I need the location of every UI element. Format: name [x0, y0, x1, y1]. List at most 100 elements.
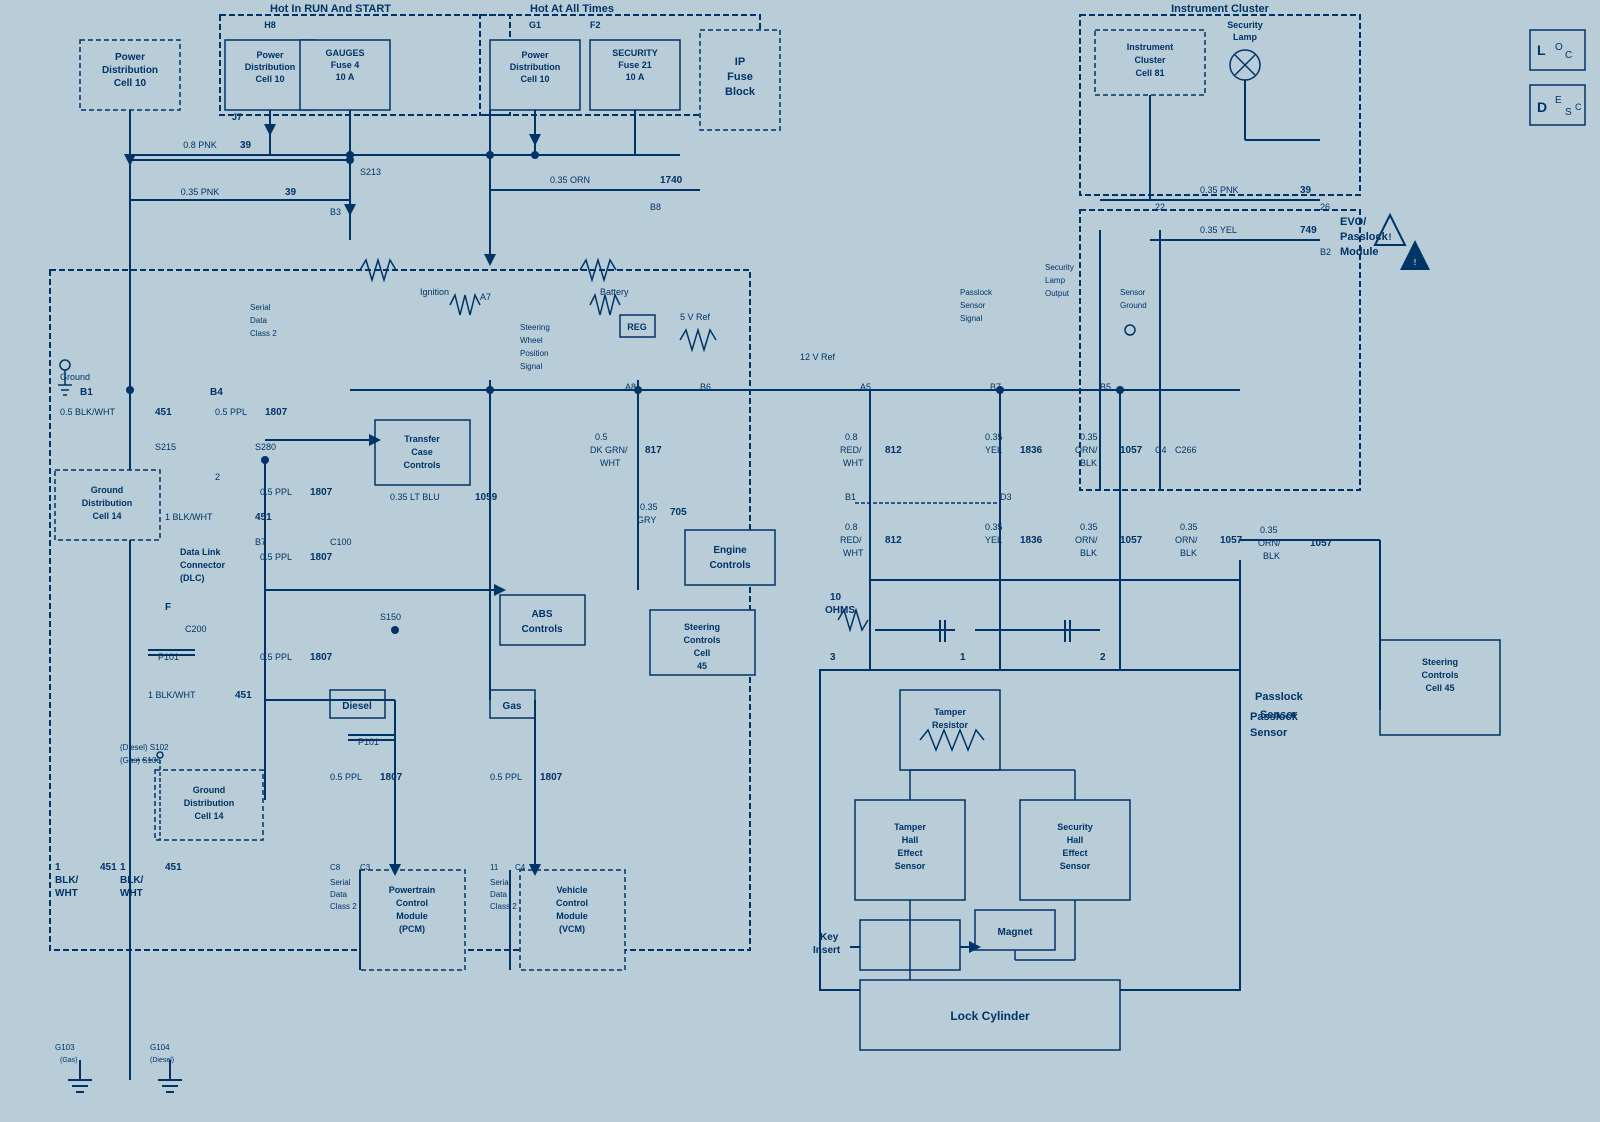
- svg-text:2: 2: [215, 472, 220, 482]
- svg-text:L: L: [1537, 42, 1546, 58]
- svg-text:Resistor: Resistor: [932, 720, 969, 730]
- svg-text:Transfer: Transfer: [404, 434, 440, 444]
- svg-text:45: 45: [697, 661, 707, 671]
- svg-text:Output: Output: [1045, 289, 1070, 298]
- svg-text:1807: 1807: [310, 652, 333, 663]
- svg-text:Case: Case: [411, 447, 433, 457]
- svg-text:(Diesel) S102: (Diesel) S102: [120, 743, 169, 752]
- svg-text:ORN/: ORN/: [1175, 535, 1198, 545]
- svg-text:451: 451: [155, 407, 172, 418]
- svg-text:GAUGES: GAUGES: [325, 48, 364, 58]
- svg-text:Power: Power: [256, 50, 284, 60]
- svg-text:C: C: [1575, 102, 1582, 112]
- svg-text:WHT: WHT: [843, 458, 864, 468]
- svg-text:Signal: Signal: [960, 314, 982, 323]
- svg-text:Block: Block: [725, 86, 756, 98]
- svg-text:Module: Module: [556, 911, 588, 921]
- svg-text:0.35 YEL: 0.35 YEL: [1200, 225, 1237, 235]
- svg-text:Position: Position: [520, 349, 548, 358]
- svg-text:1807: 1807: [380, 772, 403, 783]
- svg-text:B1: B1: [845, 492, 856, 502]
- svg-text:Hot At All Times: Hot At All Times: [530, 3, 614, 15]
- svg-text:Controls: Controls: [1422, 670, 1459, 680]
- svg-text:(Gas): (Gas): [60, 1057, 78, 1064]
- svg-text:Wheel: Wheel: [520, 336, 543, 345]
- svg-text:WHT: WHT: [843, 548, 864, 558]
- svg-text:Distribution: Distribution: [245, 62, 296, 72]
- svg-text:Tamper: Tamper: [894, 822, 926, 832]
- svg-text:(DLC): (DLC): [180, 573, 205, 583]
- svg-text:BLK/: BLK/: [55, 875, 79, 886]
- svg-text:Controls: Controls: [404, 460, 441, 470]
- svg-text:5 V Ref: 5 V Ref: [680, 312, 711, 322]
- svg-text:A7: A7: [480, 292, 491, 302]
- svg-text:S: S: [1565, 107, 1572, 118]
- svg-text:EVO/: EVO/: [1340, 216, 1366, 228]
- svg-text:10 A: 10 A: [336, 72, 355, 82]
- svg-text:Steering: Steering: [520, 323, 550, 332]
- svg-text:3: 3: [830, 652, 836, 663]
- svg-text:Engine: Engine: [713, 545, 747, 556]
- svg-text:Insert: Insert: [813, 945, 841, 956]
- svg-text:0.8 PNK: 0.8 PNK: [183, 140, 217, 150]
- svg-text:Sensor: Sensor: [895, 861, 926, 871]
- svg-text:G104: G104: [150, 1043, 170, 1052]
- svg-text:0.5 PPL: 0.5 PPL: [330, 772, 362, 782]
- svg-text:H8: H8: [264, 20, 276, 30]
- svg-text:Instrument Cluster: Instrument Cluster: [1171, 3, 1270, 15]
- svg-text:Gas: Gas: [503, 701, 522, 712]
- svg-text:BLK/: BLK/: [120, 875, 144, 886]
- diagram-container: Hot In RUN And START Hot At All Times Po…: [0, 0, 1600, 1122]
- svg-text:26: 26: [1320, 202, 1330, 212]
- svg-text:Sensor: Sensor: [1120, 288, 1146, 297]
- svg-text:451: 451: [255, 512, 272, 523]
- svg-text:0.5: 0.5: [595, 432, 608, 442]
- svg-text:Steering: Steering: [1422, 657, 1458, 667]
- svg-text:Ground: Ground: [193, 785, 226, 795]
- svg-text:Hall: Hall: [1067, 835, 1084, 845]
- svg-text:RED/: RED/: [840, 535, 862, 545]
- svg-text:C: C: [1565, 50, 1572, 61]
- svg-text:Sensor: Sensor: [1250, 727, 1288, 739]
- svg-text:Lock Cylinder: Lock Cylinder: [950, 1009, 1030, 1023]
- svg-text:0.8: 0.8: [845, 522, 858, 532]
- svg-text:Power: Power: [115, 52, 145, 63]
- svg-text:1057: 1057: [1120, 535, 1143, 546]
- svg-text:WHT: WHT: [120, 888, 143, 899]
- svg-text:Controls: Controls: [521, 624, 563, 635]
- svg-text:Data Link: Data Link: [180, 547, 222, 557]
- svg-text:0.35 PNK: 0.35 PNK: [1200, 185, 1239, 195]
- svg-text:39: 39: [1300, 185, 1312, 196]
- svg-text:REG: REG: [627, 322, 647, 332]
- svg-text:Diesel: Diesel: [342, 701, 372, 712]
- svg-text:817: 817: [645, 445, 662, 456]
- svg-text:451: 451: [100, 862, 117, 873]
- svg-text:Cell 14: Cell 14: [92, 511, 121, 521]
- svg-text:10 A: 10 A: [626, 72, 645, 82]
- svg-text:1: 1: [960, 652, 966, 663]
- svg-text:GRY: GRY: [637, 515, 656, 525]
- svg-text:E: E: [1555, 95, 1562, 106]
- svg-text:2: 2: [1100, 652, 1106, 663]
- svg-text:Key: Key: [820, 932, 839, 943]
- svg-text:BLK: BLK: [1180, 548, 1197, 558]
- svg-text:0.35 LT BLU: 0.35 LT BLU: [390, 492, 440, 502]
- svg-text:O: O: [1555, 42, 1563, 53]
- svg-text:S280: S280: [255, 442, 276, 452]
- svg-text:Cell: Cell: [694, 648, 711, 658]
- svg-text:1 BLK/WHT: 1 BLK/WHT: [148, 690, 196, 700]
- svg-text:BLK: BLK: [1080, 458, 1097, 468]
- svg-text:ORN/: ORN/: [1075, 445, 1098, 455]
- svg-text:C266: C266: [1175, 445, 1197, 455]
- svg-text:Serial: Serial: [330, 878, 351, 887]
- svg-text:1: 1: [120, 862, 126, 873]
- svg-text:WHT: WHT: [600, 458, 621, 468]
- svg-text:C100: C100: [330, 537, 352, 547]
- svg-text:Cell 10: Cell 10: [114, 78, 147, 89]
- svg-text:812: 812: [885, 535, 902, 546]
- svg-text:B8: B8: [650, 202, 661, 212]
- svg-text:Lamp: Lamp: [1233, 32, 1258, 42]
- svg-text:G103: G103: [55, 1043, 75, 1052]
- svg-text:Signal: Signal: [520, 362, 542, 371]
- svg-text:Cell 10: Cell 10: [255, 74, 284, 84]
